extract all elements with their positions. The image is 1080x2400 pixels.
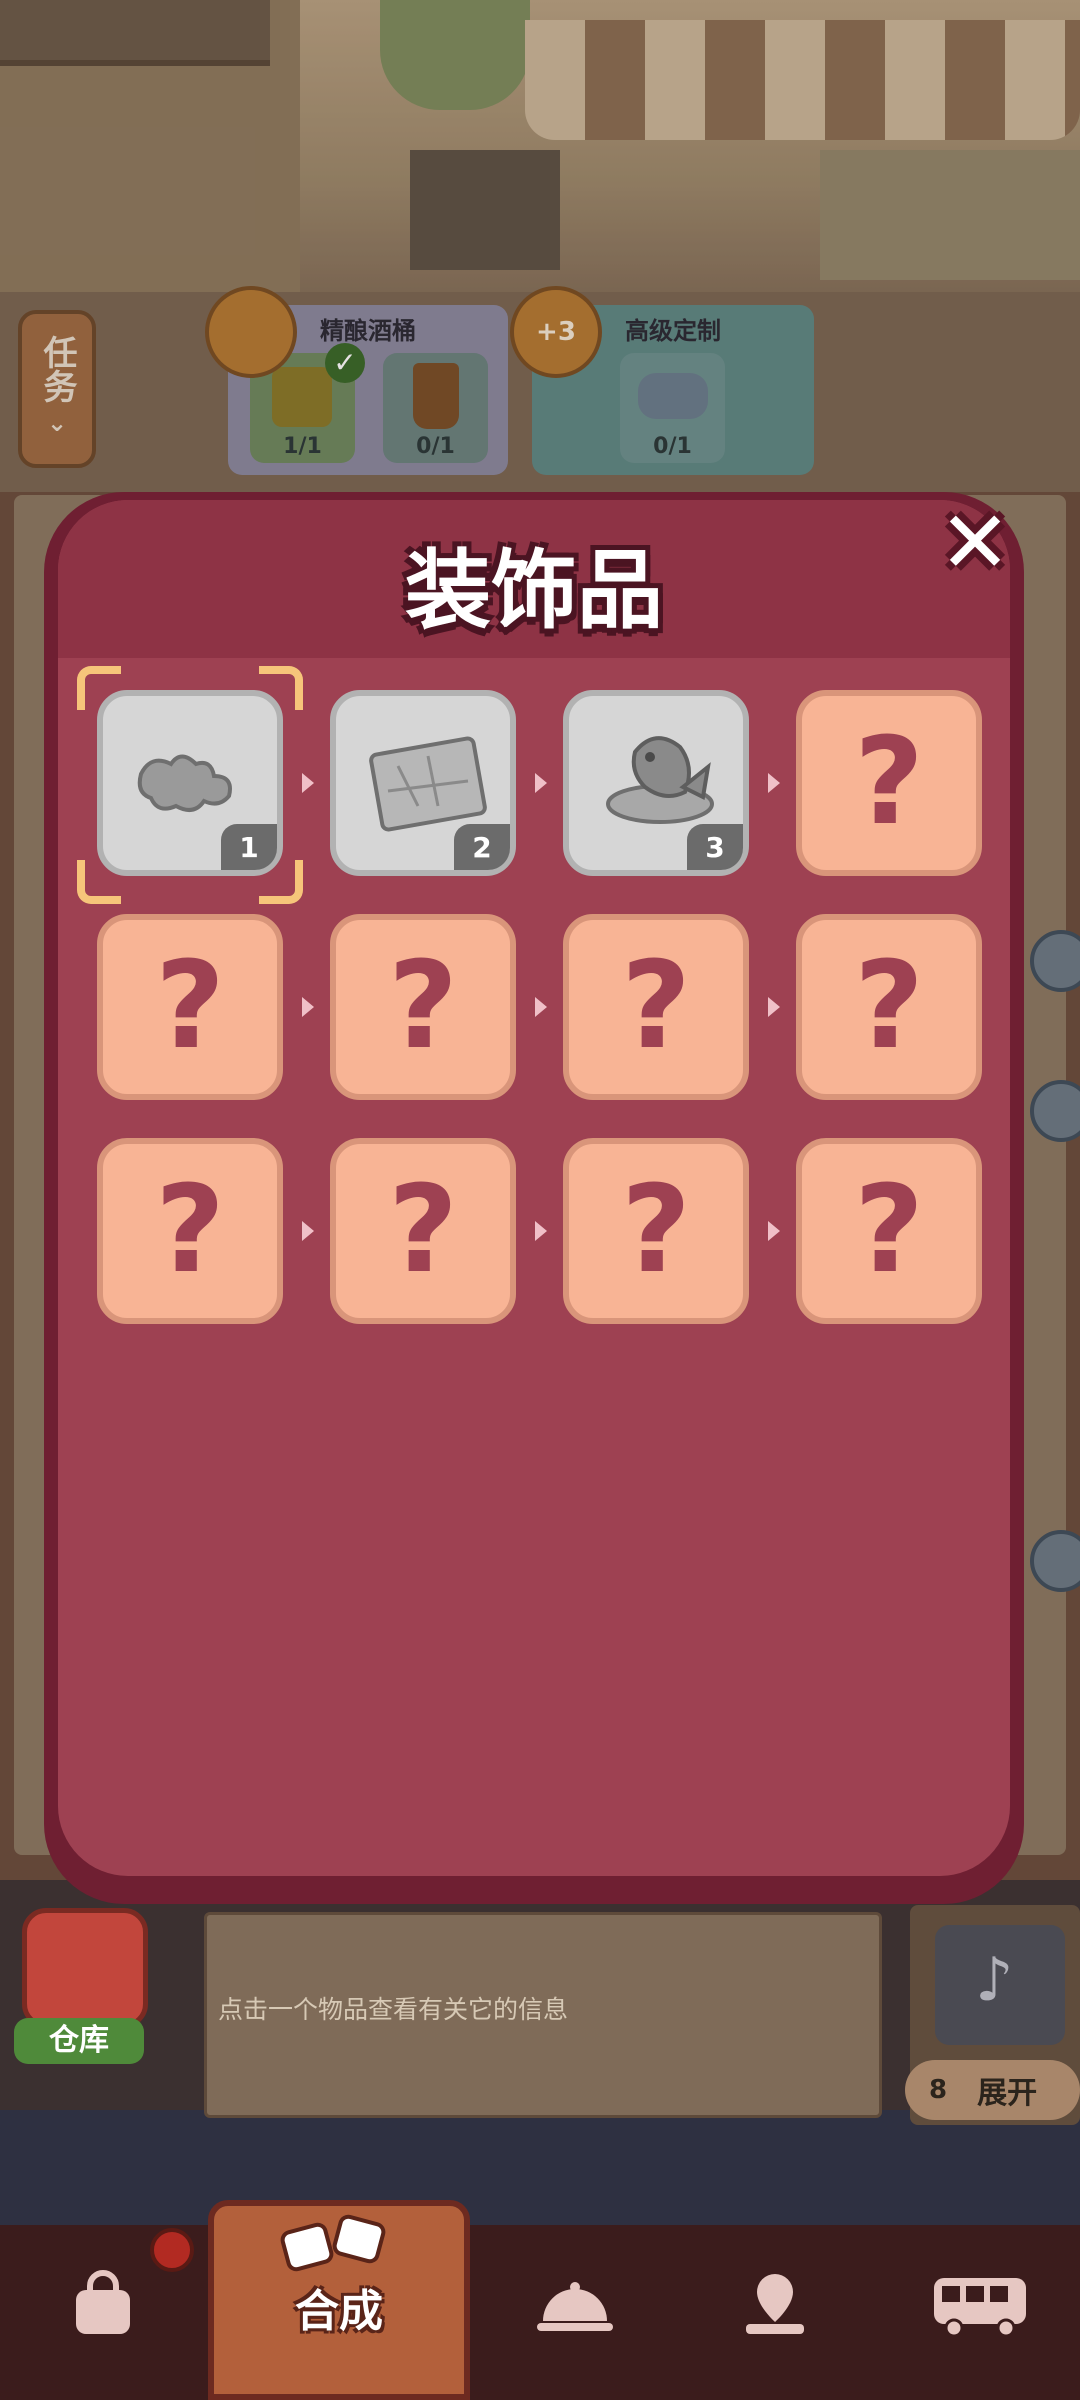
expand-button[interactable]: 8 展开 [905,2060,1080,2120]
puzzle-pieces-icon [137,754,232,812]
nav-bus[interactable] [905,2235,1055,2375]
chevron-right-icon [302,773,314,793]
collection-tile-locked[interactable]: ? [330,1138,516,1324]
chevron-right-icon [535,773,547,793]
collection-tile-locked[interactable]: ? [97,1138,283,1324]
koi-fish-icon [606,736,714,824]
storage-box-icon [22,1908,148,2028]
bag-icon [76,2270,130,2334]
selection-bracket [259,666,303,710]
modal-title: 装饰品 [405,541,663,641]
selection-bracket [77,860,121,904]
collection-tile-locked[interactable]: ? [796,1138,982,1324]
puzzle-board-icon [369,736,487,832]
level-badge: 2 [454,824,510,870]
question-mark-icon: ? [854,1161,924,1300]
nav-map[interactable] [700,2235,850,2375]
nav-restaurant[interactable] [500,2235,650,2375]
selection-bracket [77,666,121,710]
nav-merge-label: 合成 [295,2286,383,2337]
collection-tile-level-2[interactable]: 2 [330,690,516,876]
cloche-icon [537,2282,613,2331]
selection-bracket [259,860,303,904]
expand-label: 展开 [977,2076,1038,2111]
collection-tile-locked[interactable]: ? [796,914,982,1100]
collection-tile-locked[interactable]: ? [796,690,982,876]
storage-button[interactable]: 仓库 [14,1900,148,2064]
chevron-right-icon [768,997,780,1017]
collection-tile-locked[interactable]: ? [330,914,516,1100]
question-mark-icon: ? [155,1161,225,1300]
chevron-right-icon [535,997,547,1017]
chevron-right-icon [535,1221,547,1241]
collection-tile-locked[interactable]: ? [563,1138,749,1324]
collection-tile-locked[interactable]: ? [563,914,749,1100]
expand-count: 8 [929,2075,948,2105]
collection-tile-level-3[interactable]: 3 [563,690,749,876]
chevron-right-icon [302,1221,314,1241]
bus-icon [934,2278,1026,2338]
question-mark-icon: ? [388,1161,458,1300]
chevron-right-icon [302,997,314,1017]
chevron-right-icon [768,773,780,793]
question-mark-icon: ? [388,937,458,1076]
level-badge: 3 [687,824,743,870]
close-button[interactable]: ✕ [932,500,1018,586]
question-mark-icon: ? [155,937,225,1076]
collection-tile-level-1[interactable]: 1 [97,690,283,876]
question-mark-icon: ? [621,937,691,1076]
item-info-hint: 点击一个物品查看有关它的信息 [218,1995,569,2024]
map-pin-icon [746,2274,804,2334]
question-mark-icon: ? [621,1161,691,1300]
chevron-right-icon [768,1221,780,1241]
merge-icon [280,2214,386,2272]
storage-label: 仓库 [14,2018,144,2064]
question-mark-icon: ? [854,937,924,1076]
music-note-icon: ♪ [935,1925,1065,2045]
collection-tile-locked[interactable]: ? [97,914,283,1100]
question-mark-icon: ? [854,713,924,852]
nav-shop-bag[interactable] [28,2235,178,2375]
